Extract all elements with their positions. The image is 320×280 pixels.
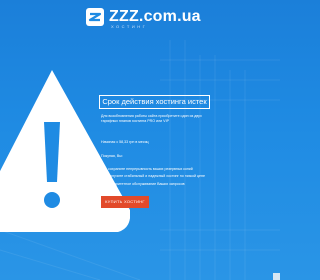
check-icon: ✓ — [101, 165, 105, 171]
benefits-heading: Покупая, Вы: — [101, 154, 123, 158]
check-icon: ✓ — [101, 173, 105, 179]
list-item-label: сохраните непрерывность ваших резервных … — [108, 166, 193, 171]
logo-subtitle: ХОСТИНГ — [111, 24, 148, 29]
zzz-logo-icon — [86, 8, 104, 26]
logo-text: ZZZ.com.ua — [109, 8, 201, 25]
page-title: Срок действия хостинга истек — [99, 95, 210, 109]
list-item: ✓ сохраните непрерывность ваших резервны… — [101, 165, 221, 173]
list-item-label: приоритетное обслуживание Ваших запросов — [108, 181, 185, 186]
intro-text: Для возобновления работы сайта приобрети… — [101, 114, 202, 123]
price-text: Начиная с 58,33 грн в месяц — [101, 140, 149, 144]
check-icon: ✓ — [101, 180, 105, 186]
buy-hosting-button[interactable]: КУПИТЬ ХОСТИНГ — [101, 196, 149, 208]
header: ZZZ.com.ua ХОСТИНГ — [0, 0, 280, 32]
corner-badge — [273, 273, 280, 280]
list-item: ✓ получите стабильный и надежный хостинг… — [101, 173, 221, 181]
list-item-label: получите стабильный и надежный хостинг п… — [108, 174, 205, 179]
benefits-list: ✓ сохраните непрерывность ваших резервны… — [101, 165, 221, 188]
list-item: ✓ приоритетное обслуживание Ваших запрос… — [101, 180, 221, 188]
